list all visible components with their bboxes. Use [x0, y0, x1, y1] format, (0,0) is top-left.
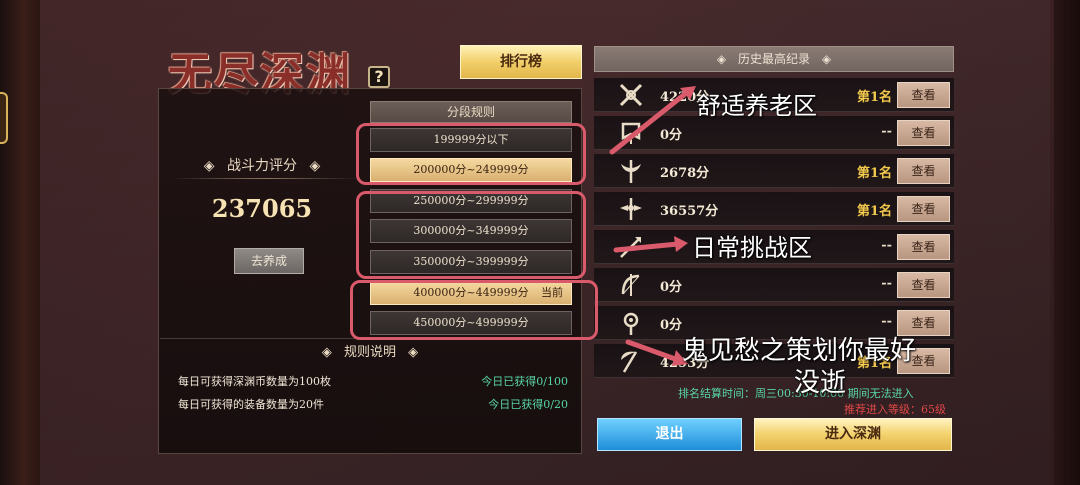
- record-score: 0分: [660, 280, 683, 295]
- record-rank: 第1名: [856, 204, 892, 219]
- side-collapse-tab[interactable]: [0, 92, 8, 144]
- view-button[interactable]: 查看: [897, 272, 950, 298]
- view-button[interactable]: 查看: [897, 82, 950, 108]
- bow-icon: [621, 274, 640, 296]
- records-header-text: 历史最高纪录: [737, 52, 810, 66]
- record-score: 36557分: [660, 204, 719, 219]
- rule-line: 每日可获得深渊币数量为100枚: [178, 375, 331, 388]
- view-button[interactable]: 查看: [897, 158, 950, 184]
- rules-header-text: 规则说明: [343, 345, 396, 360]
- annotation-text: 没逝: [794, 368, 847, 398]
- cultivate-button[interactable]: 去养成: [234, 248, 304, 274]
- segment-rules-header: 分段规则: [370, 101, 572, 123]
- diamond-icon: ◈: [203, 158, 215, 174]
- record-rank: 第1名: [856, 90, 892, 105]
- power-score-label-text: 战斗力评分: [227, 158, 297, 174]
- leaderboard-button[interactable]: 排行榜: [460, 45, 582, 79]
- annotation-text: 日常挑战区: [692, 234, 812, 262]
- help-icon[interactable]: ?: [368, 66, 390, 88]
- exit-button[interactable]: 退出: [597, 418, 742, 451]
- divider: [170, 178, 360, 179]
- record-rank: --: [881, 124, 892, 139]
- diamond-icon: ◈: [321, 345, 332, 360]
- rule-progress: 今日已获得0/100: [481, 375, 568, 388]
- background-left-edge: [0, 0, 40, 485]
- record-score: 0分: [660, 318, 683, 333]
- diamond-icon: ◈: [716, 52, 727, 66]
- diamond-icon: ◈: [309, 158, 321, 174]
- view-button[interactable]: 查看: [897, 120, 950, 146]
- power-score-value: 237065: [211, 194, 313, 223]
- record-rank: --: [881, 238, 892, 253]
- diamond-icon: ◈: [821, 52, 832, 66]
- view-button[interactable]: 查看: [897, 196, 950, 222]
- axe-icon: [621, 160, 641, 183]
- record-score: 2678分: [660, 166, 710, 181]
- annotation-box-daily: [356, 191, 586, 279]
- rule-progress: 今日已获得0/20: [488, 398, 568, 411]
- power-score-label: ◈ 战斗力评分 ◈: [158, 155, 366, 175]
- record-rank: 第1名: [856, 166, 892, 181]
- annotation-arrow-icon: [609, 86, 696, 155]
- record-rank: --: [881, 276, 892, 291]
- annotation-box-comfort: [356, 123, 586, 185]
- annotation-text: 舒适养老区: [697, 92, 817, 120]
- rule-line: 每日可获得的装备数量为20件: [178, 398, 324, 411]
- record-rank: --: [881, 314, 892, 329]
- enter-abyss-button[interactable]: 进入深渊: [754, 418, 952, 451]
- view-button[interactable]: 查看: [897, 234, 950, 260]
- orb-staff-icon: [623, 312, 639, 335]
- background-right-edge: [1050, 0, 1080, 485]
- annotation-arrow-icon: [613, 236, 688, 253]
- recommended-level: 推荐进入等级：65级: [844, 403, 946, 416]
- rules-header: ◈ 规则说明 ◈: [158, 341, 582, 360]
- diamond-icon: ◈: [408, 345, 419, 360]
- records-header: ◈ 历史最高纪录 ◈: [594, 46, 954, 72]
- annotation-box-hard: [350, 280, 598, 340]
- winged-sword-icon: [620, 198, 642, 220]
